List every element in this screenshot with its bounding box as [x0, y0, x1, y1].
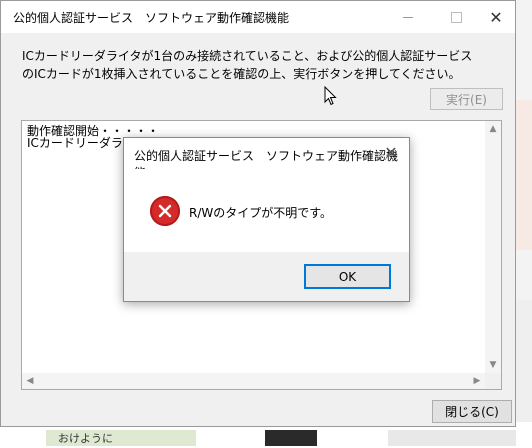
dialog-message: R/Wのタイプが不明です。 [189, 206, 333, 220]
background-block [388, 430, 516, 446]
close-icon: ✕ [489, 7, 503, 27]
execute-button[interactable]: 実行(E) [430, 88, 503, 110]
close-window-button[interactable]: ✕ [473, 1, 519, 33]
dialog-close-icon[interactable]: ✕ [381, 143, 401, 162]
maximize-icon [450, 11, 462, 23]
error-dialog: 公的個人認証サービス ソフトウェア動作確認機能 ✕ R/Wのタイプが不明です。 … [123, 137, 410, 302]
scroll-left-icon[interactable]: ◀ [22, 373, 38, 389]
ok-button[interactable]: OK [304, 264, 391, 289]
background-window-edge [516, 0, 532, 446]
mouse-cursor-icon [324, 85, 338, 109]
instruction-text: ICカードリーダライタが1台のみ接続されていること、および公的個人認証サービス … [22, 47, 492, 83]
close-button[interactable]: 閉じる(C) [432, 400, 512, 423]
scroll-down-icon[interactable]: ▼ [485, 357, 501, 373]
scroll-right-icon[interactable]: ▶ [469, 373, 485, 389]
error-icon [150, 196, 180, 226]
background-strip [516, 300, 532, 430]
main-window-title: 公的個人認証サービス ソフトウェア動作確認機能 [13, 11, 290, 25]
minimize-icon [403, 16, 413, 18]
minimize-button[interactable] [385, 1, 431, 33]
instruction-line: のICカードが1枚挿入されていることを確認の上、実行ボタンを押してください。 [22, 67, 461, 81]
instruction-line: ICカードリーダライタが1台のみ接続されていること、および公的個人認証サービス [22, 49, 473, 63]
background-partial-text: おけように [46, 430, 196, 446]
dialog-titlebar[interactable]: 公的個人認証サービス ソフトウェア動作確認機能 ✕ [124, 138, 409, 180]
background-block [265, 430, 317, 446]
vertical-scrollbar[interactable]: ▲ ▼ [485, 121, 501, 373]
scrollbar-corner [485, 373, 501, 389]
main-titlebar[interactable]: 公的個人認証サービス ソフトウェア動作確認機能 ✕ [1, 1, 515, 33]
scroll-up-icon[interactable]: ▲ [485, 121, 501, 137]
horizontal-scrollbar[interactable]: ◀ ▶ [22, 373, 485, 389]
background-strip [516, 100, 532, 250]
